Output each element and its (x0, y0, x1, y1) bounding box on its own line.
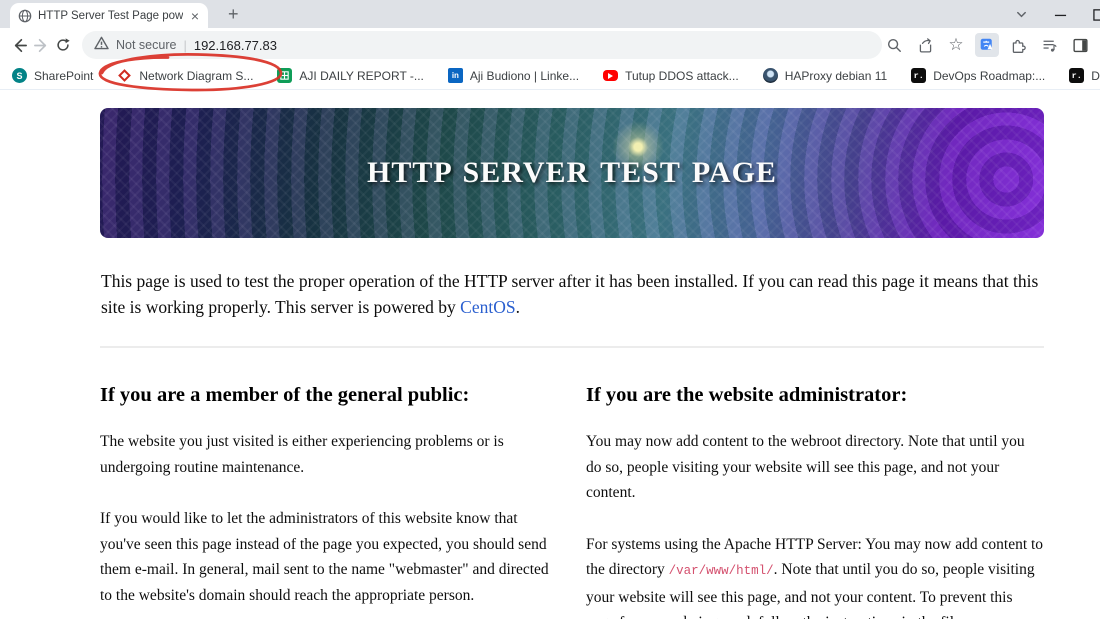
spreadsheet-icon (277, 68, 293, 83)
share-icon[interactable] (913, 33, 937, 57)
browser-toolbar: Not secure | 192.168.77.83 ☆ (0, 28, 1100, 92)
bookmark-youtube[interactable]: Tutup DDOS attack... (603, 68, 739, 83)
not-secure-label[interactable]: Not secure (116, 38, 176, 52)
paragraph: For systems using the Apache HTTP Server… (586, 535, 1044, 619)
search-icon[interactable] (882, 33, 906, 57)
url-text[interactable]: 192.168.77.83 (194, 38, 277, 53)
tab-search-chevron-icon[interactable] (1015, 8, 1028, 21)
general-public-heading: If you are a member of the general publi… (100, 384, 470, 406)
bookmark-daily-report[interactable]: AJI DAILY REPORT -... (277, 68, 424, 83)
bookmark-sharepoint[interactable]: S SharePoint (12, 68, 93, 83)
page-content: HTTP SERVER TEST PAGE This page is used … (0, 90, 1100, 619)
administrator-heading: If you are the website administrator: (586, 384, 908, 406)
omnibox-separator: | (183, 37, 187, 53)
centos-link[interactable]: CentOS (460, 297, 515, 317)
paragraph: The website you just visited is either e… (100, 433, 504, 476)
code-path: /var/www/html/ (668, 564, 774, 578)
bookmark-linkedin[interactable]: in Aji Budiono | Linke... (447, 68, 579, 83)
toolbar-right-icons: ☆ (882, 33, 1092, 57)
address-bar[interactable]: Not secure | 192.168.77.83 (82, 31, 882, 59)
roadmap-icon: r. (911, 68, 927, 83)
maximize-icon[interactable] (1093, 8, 1100, 21)
hero-banner: HTTP SERVER TEST PAGE (100, 108, 1044, 238)
two-column-section: If you are a member of the general publi… (100, 384, 1044, 619)
bookmark-haproxy[interactable]: HAProxy debian 11 (762, 68, 887, 83)
paragraph: You may now add content to the webroot d… (586, 433, 1025, 501)
translate-icon[interactable] (975, 33, 999, 57)
forward-icon[interactable] (32, 32, 50, 58)
sharepoint-icon: S (12, 68, 27, 83)
globe-favicon-icon (17, 8, 32, 23)
linkedin-icon: in (447, 68, 463, 83)
tab-strip: HTTP Server Test Page powered × + (0, 0, 1100, 28)
bookmark-docker-roadmap[interactable]: r. Docker Roadmap -... (1069, 68, 1100, 83)
playlist-queue-icon[interactable] (1037, 33, 1061, 57)
bookmarks-bar: S SharePoint Network Diagram S... AJI DA… (0, 62, 1100, 90)
minimize-icon[interactable] (1054, 8, 1067, 21)
new-tab-button[interactable]: + (222, 4, 245, 28)
bookmark-star-icon[interactable]: ☆ (944, 33, 968, 57)
reload-icon[interactable] (54, 32, 72, 58)
general-public-column: If you are a member of the general publi… (100, 384, 558, 619)
youtube-icon (603, 68, 619, 83)
diagram-icon (117, 68, 132, 83)
extensions-puzzle-icon[interactable] (1006, 33, 1030, 57)
page-title: HTTP SERVER TEST PAGE (367, 156, 777, 189)
browser-tab[interactable]: HTTP Server Test Page powered × (10, 3, 208, 28)
browser-window: HTTP Server Test Page powered × + Not se… (0, 0, 1100, 619)
divider (100, 346, 1044, 348)
roadmap-icon: r. (1069, 68, 1085, 83)
haproxy-icon (762, 68, 778, 83)
back-icon[interactable] (10, 32, 28, 58)
side-panel-icon[interactable] (1068, 33, 1092, 57)
tab-close-icon[interactable]: × (189, 9, 201, 23)
intro-paragraph: This page is used to test the proper ope… (101, 271, 1039, 317)
paragraph: If you would like to let the administrat… (100, 510, 549, 604)
bookmark-network-diagram[interactable]: Network Diagram S... (117, 68, 253, 83)
window-controls (1015, 0, 1100, 28)
tab-title: HTTP Server Test Page powered (38, 9, 183, 22)
bookmark-devops-roadmap[interactable]: r. DevOps Roadmap:... (911, 68, 1045, 83)
not-secure-warning-icon[interactable] (94, 36, 109, 55)
administrator-column: If you are the website administrator: Yo… (586, 384, 1044, 619)
